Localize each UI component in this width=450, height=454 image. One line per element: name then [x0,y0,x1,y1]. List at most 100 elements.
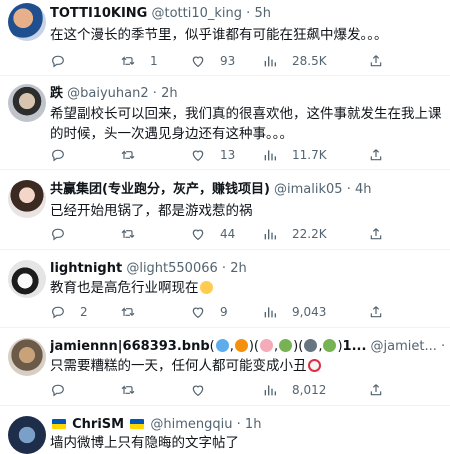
retweet-button[interactable] [120,145,150,165]
reply-icon [52,55,64,68]
views-count: 28.5K [292,54,327,68]
action-bar: 2 9 9,043 [50,302,440,322]
timestamp[interactable]: 2h [161,86,178,101]
display-name[interactable]: 共赢集团(专业跑分，灰产，赚钱项目) [50,182,270,197]
tweet-text-row: 教育也是高危行业啊现在 [50,278,442,298]
reply-button[interactable] [50,224,80,244]
timestamp[interactable]: 1h [245,417,262,432]
retweet-button[interactable] [120,302,150,322]
share-button[interactable] [368,302,398,322]
share-button[interactable] [368,380,398,400]
tweet-text: 希望副校长可以回来，我们真的很喜欢他，这件事就发生在我上课的时候，头一次遇见身边… [50,106,442,142]
blue-heart-emoji [215,339,229,352]
orange-heart-emoji [234,339,248,352]
retweet-icon [121,56,135,65]
retweet-button[interactable] [120,380,150,400]
like-count: 13 [220,148,236,162]
user-handle[interactable]: @totti10_king [151,6,242,21]
reply-icon [52,149,64,162]
views-button[interactable]: 9,043 [262,302,326,322]
display-name[interactable]: lightnight [50,261,122,276]
user-handle[interactable]: @baiyuhan2 [67,86,148,101]
heart-icon [192,307,204,319]
tweet[interactable]: 跌 @baiyuhan2 · 2h 希望副校长可以回来，我们真的很喜欢他，这件事… [0,76,450,170]
tweet-text: 在这个漫长的季节里，似乎谁都有可能在狂飙中爆发。。。 [50,27,388,43]
like-button[interactable]: 44 [190,224,235,244]
views-count: 11.7K [292,148,327,162]
avatar[interactable] [8,3,46,41]
like-button[interactable]: 9 [190,302,228,322]
views-button[interactable]: 8,012 [262,380,326,400]
tweet[interactable]: ChriSM @himengqiu · 1h 墙内微博上只有隐晦的文字帖了 [0,406,450,454]
tweet-header: 共赢集团(专业跑分，灰产，赚钱项目) @imalik05 · 4h [50,182,372,197]
display-name[interactable]: jamiennn|668393.bnb [50,339,210,354]
avatar[interactable] [8,416,46,454]
reply-icon [52,384,64,397]
sad-face-emoji [199,281,213,294]
like-button[interactable]: 13 [190,145,235,165]
views-icon [264,150,276,161]
views-count: 22.2K [292,227,327,241]
views-button[interactable]: 28.5K [262,51,327,71]
reply-button[interactable] [50,51,80,71]
tweet[interactable]: jamiennn|668393.bnb(,)(,)(,)1... @jamiet… [0,328,450,406]
timestamp[interactable]: 4h [355,182,372,197]
action-bar: 44 22.2K [50,224,440,244]
share-button[interactable] [368,224,398,244]
tweet-header: TOTTI10KING @totti10_king · 5h [50,6,271,21]
ukraine-flag-icon [52,419,66,429]
like-button[interactable]: 93 [190,51,235,71]
heart-icon [192,56,204,68]
like-button[interactable] [190,380,220,400]
heart-icon [192,229,204,241]
reply-count: 2 [80,305,88,319]
views-button[interactable]: 22.2K [262,224,327,244]
tweet[interactable]: 共赢集团(专业跑分，灰产，赚钱项目) @imalik05 · 4h 已经开始甩锅… [0,170,450,250]
action-bar: 8,012 [50,380,440,400]
display-name[interactable]: 跌 [50,86,63,101]
share-icon [370,384,382,396]
display-name[interactable]: ChriSM [72,417,124,432]
name-tail: 1... [342,339,367,354]
tweet-text: 墙内微博上只有隐晦的文字帖了 [50,435,239,451]
avatar[interactable] [8,338,46,376]
user-handle[interactable]: @jamiet... [371,339,437,354]
avatar[interactable] [8,84,46,122]
avatar[interactable] [8,260,46,298]
herb-emoji [279,339,293,352]
reply-icon [52,306,64,319]
tweet-header: 跌 @baiyuhan2 · 2h [50,86,178,101]
views-count: 8,012 [292,383,327,397]
herb-emoji [323,339,337,352]
reply-button[interactable] [50,145,80,165]
heart-icon [192,150,204,162]
timestamp[interactable]: 5h [254,6,271,21]
like-count: 44 [220,227,236,241]
user-handle[interactable]: @imalik05 [274,182,343,197]
views-button[interactable]: 11.7K [262,145,327,165]
tweet[interactable]: TOTTI10KING @totti10_king · 5h 在这个漫长的季节里… [0,0,450,76]
user-handle[interactable]: @light550066 [126,261,217,276]
retweet-button[interactable]: 1 [120,51,158,71]
reply-button[interactable]: 2 [50,302,88,322]
retweet-icon [121,307,135,316]
avatar[interactable] [8,180,46,218]
user-handle[interactable]: @himengqiu [150,417,232,432]
tweet-text: 教育也是高危行业啊现在 [50,280,199,296]
share-icon [370,149,382,161]
name-emoji-row: (,)(,)(,) [209,339,343,354]
views-icon [264,307,276,318]
display-name[interactable]: TOTTI10KING [50,6,147,21]
retweet-count: 1 [150,54,158,68]
share-button[interactable] [368,145,398,165]
timestamp[interactable]: 2h [230,261,247,276]
reply-icon [52,228,64,241]
share-icon [370,306,382,318]
share-button[interactable] [368,51,398,71]
retweet-button[interactable] [120,224,150,244]
reply-button[interactable] [50,380,80,400]
like-count: 9 [220,305,228,319]
tweet-text: 只需要糟糕的一天，任何人都可能变成小丑 [50,358,307,374]
tweet-header: jamiennn|668393.bnb(,)(,)(,)1... @jamiet… [50,338,450,356]
tweet[interactable]: lightnight @light550066 · 2h 教育也是高危行业啊现在… [0,250,450,328]
